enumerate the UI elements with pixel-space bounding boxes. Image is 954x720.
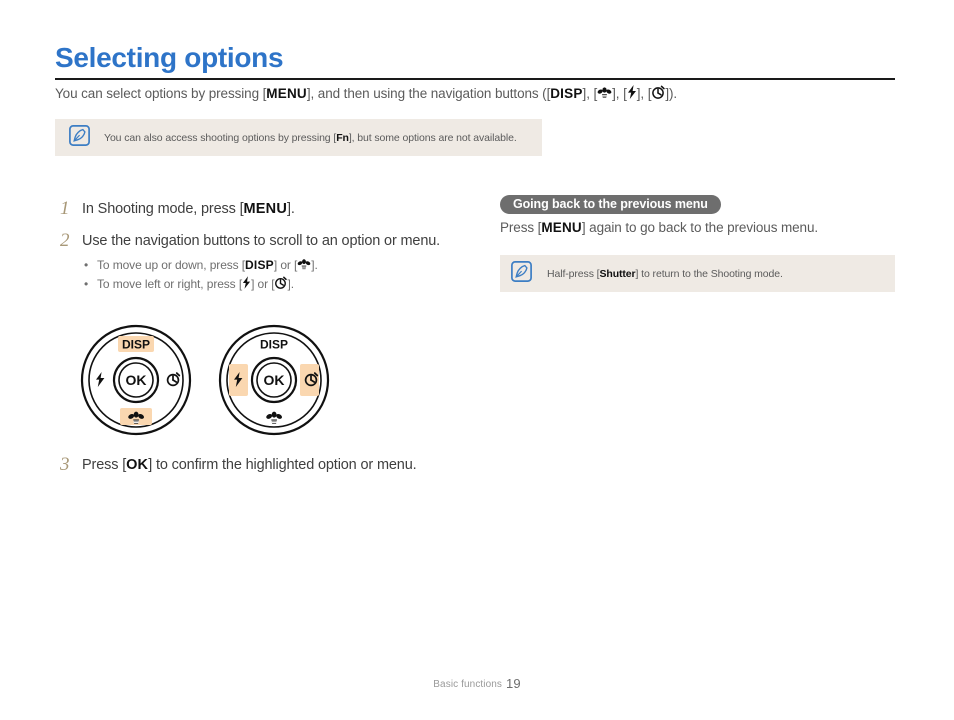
- fn-key-label: Fn: [336, 131, 349, 144]
- step-2-text: Use the navigation buttons to scroll to …: [82, 233, 441, 249]
- step-1-text-post: ].: [287, 201, 295, 217]
- intro-text-after-macro: ], [: [612, 86, 627, 101]
- shutter-key-label: Shutter: [599, 267, 636, 280]
- footer-page-number: 19: [506, 676, 521, 691]
- section-body-post: ] again to go back to the previous menu.: [581, 220, 819, 235]
- step-2-number: 2: [60, 230, 70, 251]
- intro-text-end: ]).: [665, 86, 678, 101]
- menu-key-label: MENU: [243, 201, 287, 217]
- bullet-1-mid: ] or [: [273, 258, 298, 272]
- step-2-bullet-list: To move up or down, press [DISP] or []. …: [82, 256, 440, 294]
- flash-icon: [242, 276, 251, 289]
- note-text-pre: Half-press [: [547, 267, 600, 280]
- step-1-number: 1: [60, 198, 70, 219]
- menu-key-label: MENU: [266, 86, 307, 101]
- step-2: 2 Use the navigation buttons to scroll t…: [60, 230, 460, 294]
- step-1-text-pre: In Shooting mode, press [: [82, 201, 244, 217]
- disp-key-label: DISP: [245, 258, 274, 272]
- page-title: Selecting options: [55, 42, 284, 73]
- step-3-text: Press [OK] to confirm the highlighted op…: [82, 454, 417, 476]
- note-text: You can also access shooting options by …: [104, 132, 517, 144]
- intro-text-mid: ], and then using the navigation buttons…: [306, 86, 551, 101]
- note-box-shooting-options: You can also access shooting options by …: [55, 119, 542, 156]
- svg-text:DISP: DISP: [122, 338, 150, 352]
- ok-key-label: OK: [126, 457, 149, 473]
- note-text-post: ] to return to the Shooting mode.: [635, 267, 783, 280]
- note-text-pre: You can also access shooting options by …: [104, 131, 337, 144]
- note-text: Half-press [Shutter] to return to the Sh…: [547, 268, 783, 280]
- note-pen-icon: [511, 260, 532, 287]
- intro-paragraph: You can select options by pressing [MENU…: [55, 84, 677, 101]
- intro-text-pre: You can select options by pressing [: [55, 86, 267, 101]
- svg-text:OK: OK: [126, 372, 147, 388]
- intro-text-after-disp: ], [: [582, 86, 598, 101]
- title-divider: [55, 78, 895, 80]
- timer-icon: [274, 276, 288, 289]
- section-body-pre: Press [: [500, 220, 542, 235]
- flash-icon: [627, 85, 637, 99]
- navigation-wheel-left-right: DISP OK: [218, 324, 330, 436]
- section-heading-going-back: Going back to the previous menu: [500, 195, 721, 214]
- macro-icon: [597, 86, 612, 99]
- step-3-number: 3: [60, 454, 70, 475]
- disp-key-label: DISP: [550, 86, 583, 101]
- note-text-post: ], but some options are not available.: [348, 131, 517, 144]
- bullet-1-post: ].: [311, 258, 318, 272]
- page-footer: Basic functions 19: [0, 676, 954, 691]
- timer-icon: [651, 85, 666, 99]
- step-3: 3 Press [OK] to confirm the highlighted …: [60, 454, 417, 476]
- svg-text:OK: OK: [264, 372, 285, 388]
- step-1-text: In Shooting mode, press [MENU].: [82, 198, 295, 220]
- step-1: 1 In Shooting mode, press [MENU].: [60, 198, 295, 220]
- macro-icon: [297, 258, 311, 270]
- bullet-2-mid: ] or [: [251, 277, 275, 291]
- footer-section-label: Basic functions: [433, 679, 503, 690]
- bullet-1-pre: To move up or down, press [: [97, 258, 246, 272]
- bullet-2-pre: To move left or right, press [: [97, 277, 243, 291]
- section-body-going-back: Press [MENU] again to go back to the pre…: [500, 220, 818, 235]
- bullet-2-post: ].: [287, 277, 294, 291]
- list-item: To move left or right, press [ ] or [].: [82, 275, 440, 294]
- note-pen-icon: [69, 124, 90, 151]
- note-box-half-press-shutter: Half-press [Shutter] to return to the Sh…: [500, 255, 895, 292]
- step-3-text-pre: Press [: [82, 457, 127, 473]
- navigation-wheel-up-down: DISP OK: [80, 324, 192, 436]
- intro-text-after-flash: ], [: [636, 86, 652, 101]
- step-3-text-post: ] to confirm the highlighted option or m…: [148, 457, 417, 473]
- menu-key-label: MENU: [541, 220, 582, 235]
- svg-text:DISP: DISP: [260, 338, 288, 352]
- list-item: To move up or down, press [DISP] or [].: [82, 256, 440, 275]
